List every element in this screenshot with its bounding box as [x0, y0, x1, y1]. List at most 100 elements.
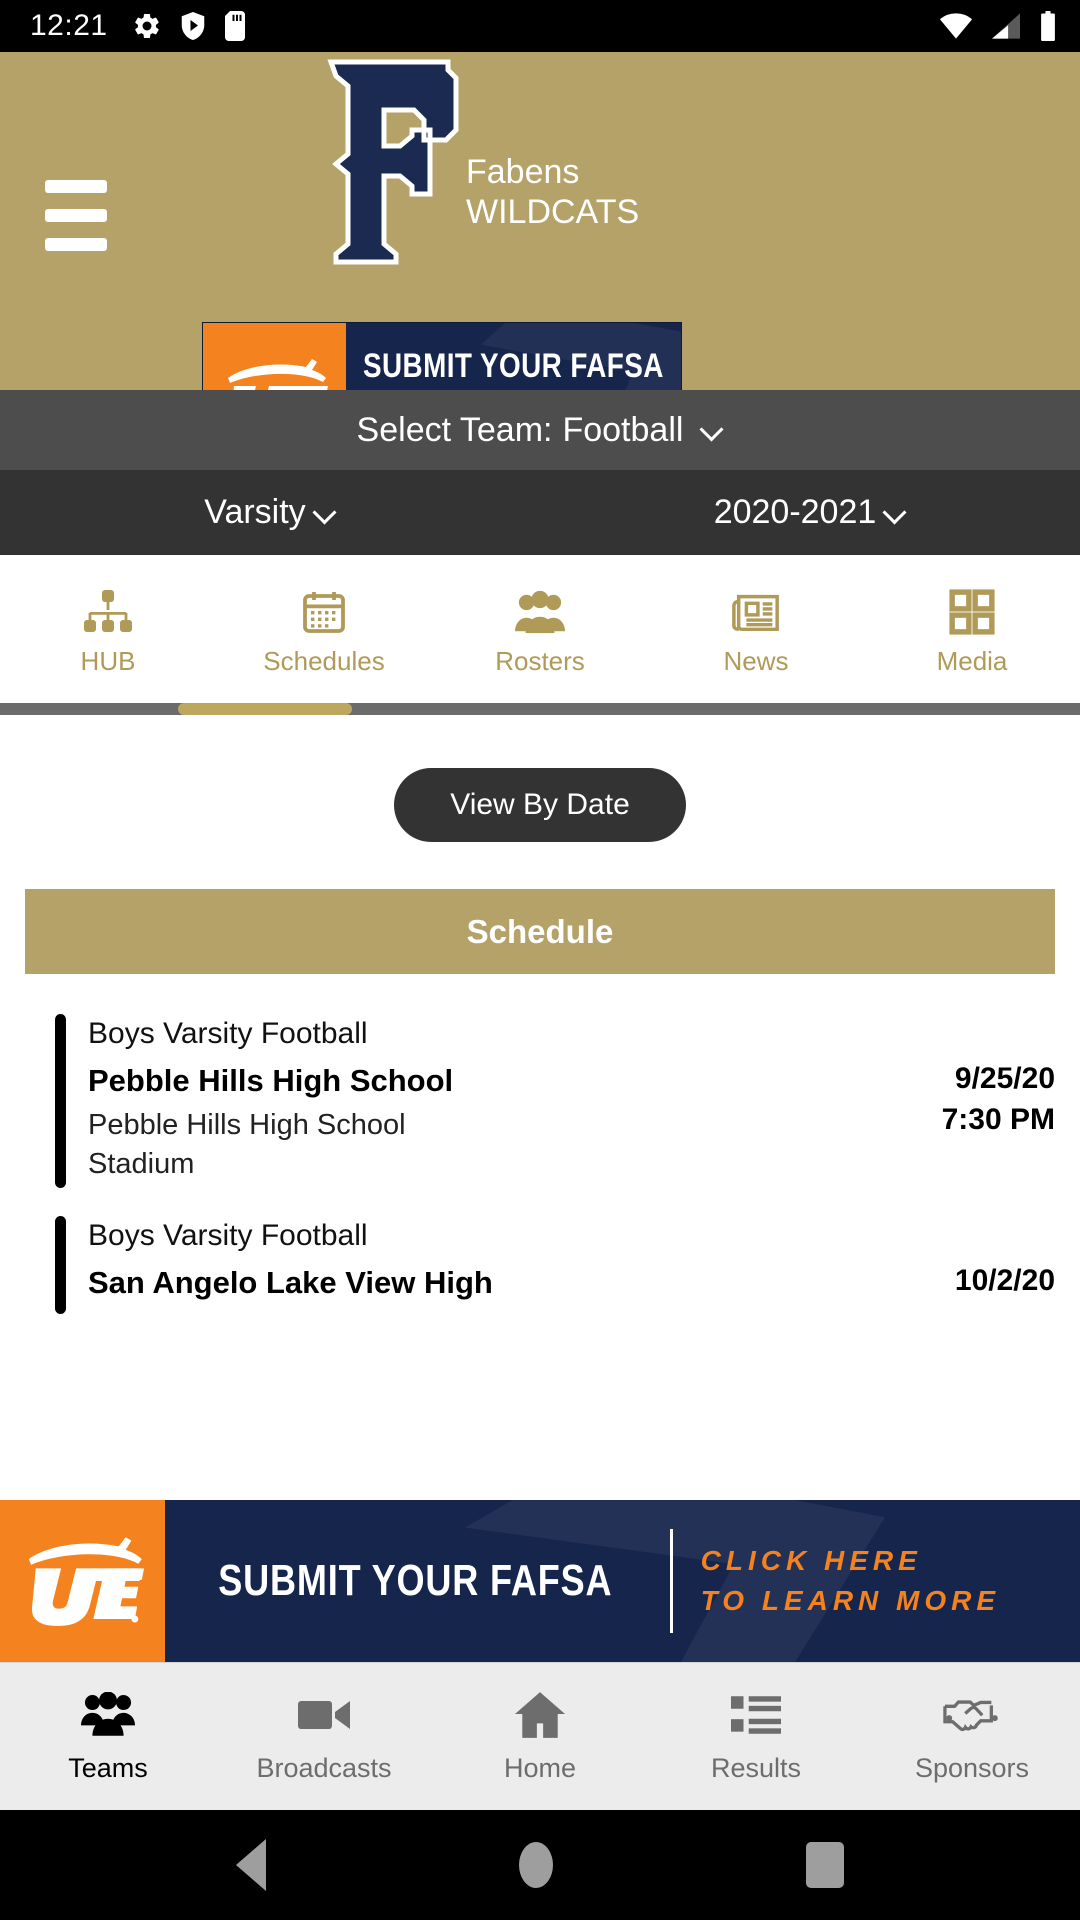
house-icon [515, 1689, 565, 1741]
level-dropdown[interactable]: Varsity [0, 493, 540, 532]
tab-rosters[interactable]: Rosters [432, 588, 648, 677]
tab-news[interactable]: News [648, 588, 864, 677]
video-camera-icon [298, 1689, 350, 1741]
level-value: Varsity [204, 493, 306, 531]
bottom-nav-sponsors[interactable]: Sponsors [864, 1689, 1080, 1784]
home-circle-icon[interactable] [518, 1842, 553, 1888]
schedule-row[interactable]: Boys Varsity Football Pebble Hills High … [0, 996, 1080, 1198]
chevron-down-icon [314, 502, 336, 524]
bottom-ad-content: SUBMIT YOUR FAFSA CLICK HERE TO LEARN MO… [165, 1500, 1080, 1662]
bottom-navigation-bar: Teams Broadcasts Home Results Sponsors [0, 1662, 1080, 1810]
sitemap-icon [84, 588, 132, 636]
tab-rosters-label: Rosters [495, 645, 585, 676]
schedule-venue: Pebble Hills High School Stadium [88, 1109, 406, 1180]
school-mascot: WILDCATS [466, 193, 640, 232]
hamburger-bar [45, 209, 107, 222]
tab-media[interactable]: Media [864, 588, 1080, 677]
schedule-date: 9/25/20 [954, 1062, 1055, 1095]
status-bar: 12:21 [0, 0, 1080, 52]
bottom-ad-divider [669, 1529, 673, 1633]
sd-card-icon [224, 11, 245, 41]
bottom-nav-home[interactable]: Home [432, 1689, 648, 1784]
newspaper-icon [731, 588, 781, 636]
bottom-nav-teams-label: Teams [68, 1753, 148, 1783]
bottom-nav-teams[interactable]: Teams [0, 1689, 216, 1784]
schedule-list: Boys Varsity Football Pebble Hills High … [0, 996, 1080, 1324]
tab-news-label: News [723, 645, 789, 676]
people-group-icon [515, 588, 565, 636]
schedule-opponent: Pebble Hills High School [88, 1063, 454, 1098]
people-group-icon [81, 1689, 135, 1741]
team-selector-dropdown[interactable]: Select Team: Football [0, 390, 1080, 470]
bottom-ad-subtitle-line2: TO LEARN MORE [700, 1585, 1001, 1616]
cellular-signal-icon [992, 13, 1020, 39]
schedule-row-details: Boys Varsity Football Pebble Hills High … [55, 1011, 840, 1183]
app-header: Fabens WILDCATS SUBMIT YOUR FAFSA CLICK … [0, 52, 1080, 390]
school-logo-f-icon [327, 59, 459, 265]
bottom-nav-results[interactable]: Results [648, 1689, 864, 1784]
top-ad-banner[interactable]: SUBMIT YOUR FAFSA CLICK HERE TO LEARN MO… [202, 322, 682, 390]
tab-bar-scroll-thumb[interactable] [178, 703, 352, 715]
bottom-ad-subtitle-line1: CLICK HERE [700, 1545, 922, 1577]
schedule-heading: Schedule [25, 889, 1055, 974]
schedule-row-datetime: 10/2/20 [840, 1213, 1055, 1308]
tab-hub[interactable]: HUB [0, 588, 216, 677]
schedule-opponent: San Angelo Lake View High [88, 1265, 493, 1301]
app-screen: 12:21 Fabens WILDCATS SUBMIT YOUR FAFSA … [0, 0, 1080, 1920]
wifi-icon [939, 13, 973, 39]
status-bar-notification-icons [132, 11, 246, 41]
bottom-nav-broadcasts[interactable]: Broadcasts [216, 1689, 432, 1784]
hamburger-bar [45, 238, 107, 251]
top-ad-content: SUBMIT YOUR FAFSA CLICK HERE TO LEARN MO… [346, 323, 681, 390]
status-bar-system-icons [938, 11, 1058, 41]
back-triangle-icon[interactable] [236, 1839, 267, 1891]
chevron-down-icon [884, 502, 906, 524]
recents-square-icon[interactable] [805, 1842, 844, 1888]
hamburger-bar [45, 180, 107, 193]
grid-squares-icon [949, 588, 995, 636]
bottom-nav-broadcasts-label: Broadcasts [256, 1753, 392, 1783]
battery-icon [1041, 11, 1055, 41]
schedule-row-accent-bar [55, 1014, 66, 1189]
schedule-row-accent-bar [55, 1216, 66, 1314]
bottom-nav-home-label: Home [503, 1753, 577, 1783]
tab-hub-label: HUB [80, 645, 136, 676]
view-by-date-button[interactable]: View By Date [394, 768, 686, 842]
main-content: View By Date Schedule Boys Varsity Footb… [0, 715, 1080, 1662]
team-selector-label: Select Team: [356, 410, 553, 449]
gear-icon [134, 13, 159, 39]
bottom-ad-subtitle: CLICK HERE TO LEARN MORE [701, 1541, 1000, 1621]
tab-schedules-label: Schedules [263, 645, 385, 676]
section-tab-bar: HUB Schedules Rosters News Media [0, 555, 1080, 703]
bottom-nav-results-label: Results [710, 1753, 802, 1783]
tab-media-label: Media [936, 645, 1008, 676]
schedule-row[interactable]: Boys Varsity Football San Angelo Lake Vi… [0, 1198, 1080, 1323]
bottom-ad-title: SUBMIT YOUR FAFSA [218, 1556, 613, 1605]
schedule-time: 7:30 PM [941, 1102, 1055, 1136]
status-bar-clock: 12:21 [30, 9, 108, 42]
school-title-block: Fabens WILDCATS [466, 152, 639, 232]
school-name: Fabens [466, 153, 580, 191]
season-value: 2020-2021 [713, 493, 877, 531]
team-selector-value: Football [562, 410, 684, 449]
season-dropdown[interactable]: 2020-2021 [540, 493, 1080, 532]
bottom-ad-banner[interactable]: SUBMIT YOUR FAFSA CLICK HERE TO LEARN MO… [0, 1500, 1080, 1662]
shield-play-icon [181, 12, 204, 40]
view-by-date-wrap: View By Date [0, 715, 1080, 842]
top-ad-title: SUBMIT YOUR FAFSA [363, 347, 664, 386]
hamburger-menu-icon[interactable] [45, 180, 107, 251]
schedule-row-datetime: 9/25/20 7:30 PM [840, 1011, 1055, 1183]
calendar-icon [300, 588, 348, 636]
tab-schedules[interactable]: Schedules [216, 588, 432, 677]
bottom-ad-sponsor-block [0, 1500, 165, 1662]
tab-bar-scroll-indicator[interactable] [0, 703, 1080, 715]
list-icon [731, 1689, 781, 1741]
bottom-nav-sponsors-label: Sponsors [914, 1753, 1030, 1783]
schedule-date: 10/2/20 [954, 1264, 1055, 1298]
chevron-down-icon [701, 419, 723, 441]
schedule-sport: Boys Varsity Football [88, 1219, 368, 1253]
school-logo [296, 58, 476, 273]
level-season-bar: Varsity 2020-2021 [0, 470, 1080, 555]
schedule-sport: Boys Varsity Football [88, 1017, 368, 1050]
handshake-icon [943, 1689, 1001, 1741]
